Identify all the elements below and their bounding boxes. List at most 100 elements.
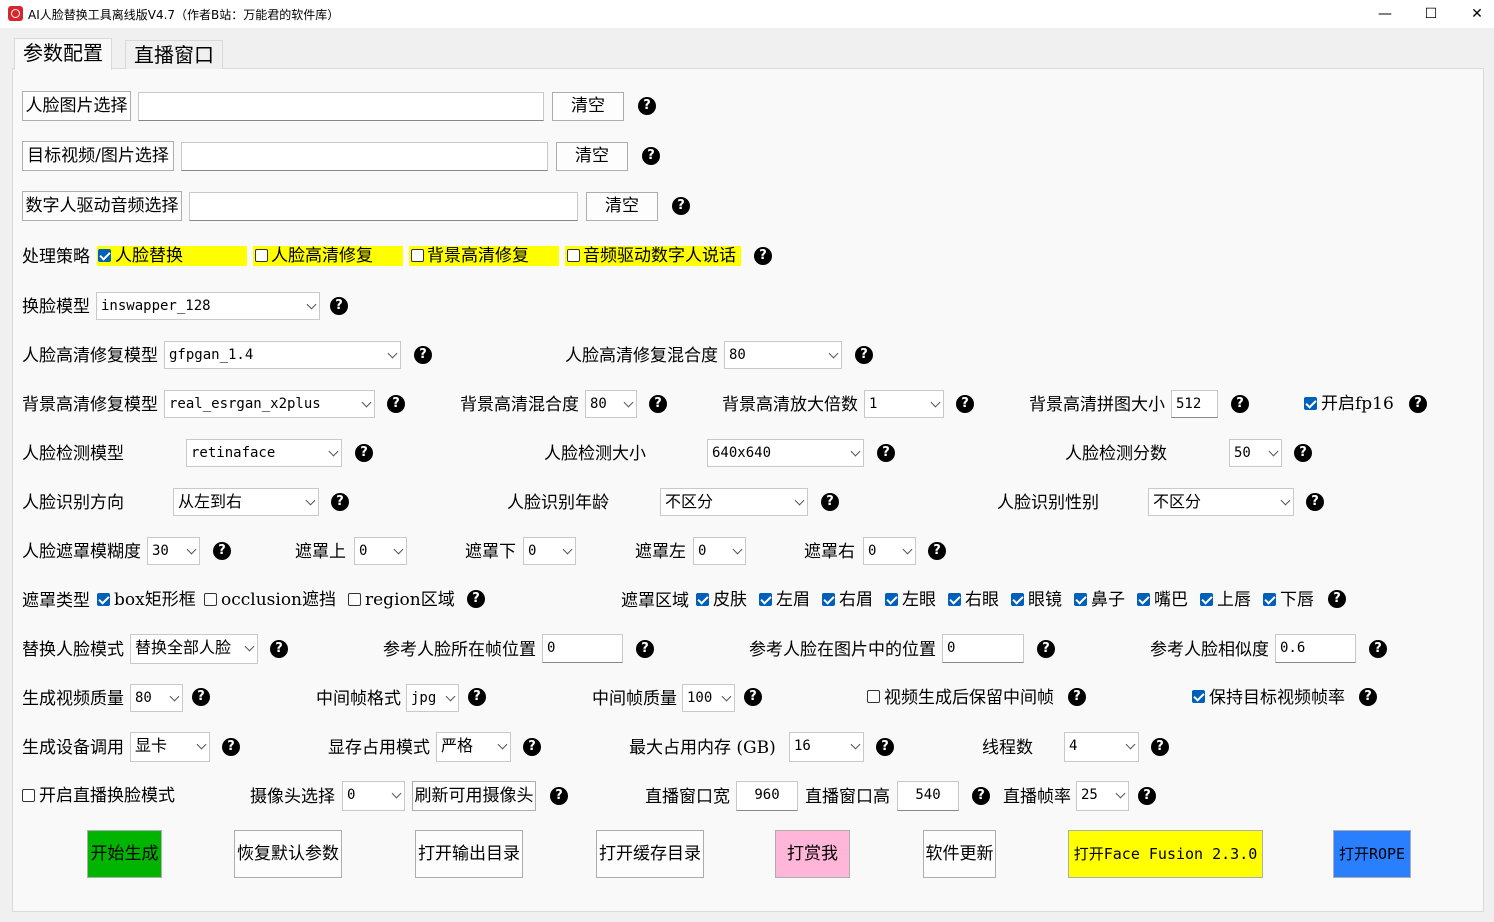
help-icon[interactable]: ? — [877, 444, 895, 462]
replace-mode-select[interactable]: 替换全部人脸 — [130, 634, 258, 664]
help-icon[interactable]: ? — [744, 688, 762, 706]
help-icon[interactable]: ? — [467, 590, 485, 608]
frame-quality-select[interactable]: 100 — [682, 684, 735, 712]
help-icon[interactable]: ? — [523, 738, 541, 756]
ref-pos-input[interactable]: 0 — [942, 634, 1024, 663]
help-icon[interactable]: ? — [387, 395, 405, 413]
help-icon[interactable]: ? — [821, 493, 839, 511]
help-icon[interactable]: ? — [1328, 590, 1346, 608]
help-icon[interactable]: ? — [1409, 395, 1427, 413]
help-icon[interactable]: ? — [642, 147, 660, 165]
tab-live[interactable]: 直播窗口 — [125, 40, 223, 69]
mask-type-checkbox-region[interactable] — [348, 593, 361, 606]
strategy-checkbox-face-enhance[interactable] — [255, 249, 268, 262]
mask-region-checkbox-skin[interactable] — [696, 593, 709, 606]
help-icon[interactable]: ? — [1359, 688, 1377, 706]
help-icon[interactable]: ? — [331, 493, 349, 511]
detect-model-select[interactable]: retinaface — [186, 439, 342, 467]
face-clear-button[interactable]: 清空 — [552, 92, 624, 121]
detect-size-select[interactable]: 640x640 — [707, 439, 864, 467]
help-icon[interactable]: ? — [414, 346, 432, 364]
swap-model-select[interactable]: inswapper_128 — [96, 292, 320, 320]
strategy-checkbox-audio-driven[interactable] — [567, 249, 580, 262]
refresh-camera-button[interactable]: 刷新可用摄像头 — [412, 781, 536, 811]
help-icon[interactable]: ? — [1068, 688, 1086, 706]
help-icon[interactable]: ? — [855, 346, 873, 364]
audio-select-button[interactable]: 数字人驱动音频选择 — [22, 191, 182, 221]
mask-region-checkbox-nose[interactable] — [1074, 593, 1087, 606]
tab-params[interactable]: 参数配置 — [14, 38, 112, 70]
open-cache-dir-button[interactable]: 打开缓存目录 — [596, 830, 704, 878]
device-select[interactable]: 显卡 — [130, 732, 210, 762]
target-clear-button[interactable]: 清空 — [556, 142, 628, 171]
help-icon[interactable]: ? — [222, 738, 240, 756]
reward-button[interactable]: 打赏我 — [775, 830, 850, 878]
help-icon[interactable]: ? — [1294, 444, 1312, 462]
bg-tile-input[interactable]: 512 — [1171, 390, 1218, 418]
start-generate-button[interactable]: 开始生成 — [87, 830, 162, 878]
mask-region-checkbox-upper-lip[interactable] — [1200, 593, 1213, 606]
reset-defaults-button[interactable]: 恢复默认参数 — [234, 830, 342, 878]
frame-format-select[interactable]: jpg — [406, 684, 459, 712]
fp16-checkbox[interactable] — [1304, 397, 1317, 410]
mask-region-checkbox-left-brow[interactable] — [759, 593, 772, 606]
software-update-button[interactable]: 软件更新 — [923, 830, 996, 878]
close-button[interactable]: ✕ — [1454, 0, 1494, 28]
mask-region-checkbox-mouth[interactable] — [1137, 593, 1150, 606]
recognize-dir-select[interactable]: 从左到右 — [173, 488, 319, 516]
mem-mode-select[interactable]: 严格 — [436, 732, 511, 762]
keep-fps-checkbox[interactable] — [1192, 690, 1205, 703]
ref-frame-input[interactable]: 0 — [542, 634, 623, 663]
help-icon[interactable]: ? — [1138, 787, 1156, 805]
help-icon[interactable]: ? — [550, 787, 568, 805]
help-icon[interactable]: ? — [330, 297, 348, 315]
open-output-dir-button[interactable]: 打开输出目录 — [415, 830, 523, 878]
bg-enhance-model-select[interactable]: real_esrgan_x2plus — [164, 390, 375, 418]
bg-scale-select[interactable]: 1 — [864, 390, 944, 418]
help-icon[interactable]: ? — [270, 640, 288, 658]
mask-region-checkbox-lower-lip[interactable] — [1263, 593, 1276, 606]
maximize-button[interactable]: ☐ — [1408, 0, 1454, 28]
recognize-gender-select[interactable]: 不区分 — [1148, 488, 1294, 516]
face-image-select-button[interactable]: 人脸图片选择 — [22, 91, 131, 121]
target-path-input[interactable] — [181, 142, 548, 171]
help-icon[interactable]: ? — [638, 97, 656, 115]
live-mode-checkbox[interactable] — [22, 789, 35, 802]
mask-bottom-select[interactable]: 0 — [523, 537, 576, 565]
help-icon[interactable]: ? — [1151, 738, 1169, 756]
help-icon[interactable]: ? — [468, 688, 486, 706]
help-icon[interactable]: ? — [213, 542, 231, 560]
help-icon[interactable]: ? — [876, 738, 894, 756]
recognize-age-select[interactable]: 不区分 — [660, 488, 808, 516]
keep-frames-checkbox[interactable] — [867, 690, 880, 703]
live-width-input[interactable]: 960 — [736, 781, 798, 811]
help-icon[interactable]: ? — [754, 247, 772, 265]
minimize-button[interactable]: — — [1362, 0, 1408, 28]
help-icon[interactable]: ? — [192, 688, 210, 706]
mask-left-select[interactable]: 0 — [693, 537, 746, 565]
ref-sim-input[interactable]: 0.6 — [1275, 634, 1356, 663]
mask-region-checkbox-right-brow[interactable] — [822, 593, 835, 606]
live-height-input[interactable]: 540 — [897, 781, 959, 811]
help-icon[interactable]: ? — [1306, 493, 1324, 511]
mask-type-checkbox-box[interactable] — [97, 593, 110, 606]
detect-score-select[interactable]: 50 — [1229, 439, 1282, 467]
face-enhance-blend-select[interactable]: 80 — [724, 341, 842, 369]
mask-region-checkbox-left-eye[interactable] — [885, 593, 898, 606]
audio-clear-button[interactable]: 清空 — [586, 192, 658, 221]
face-enhance-model-select[interactable]: gfpgan_1.4 — [164, 341, 401, 369]
target-select-button[interactable]: 目标视频/图片选择 — [22, 141, 174, 171]
max-mem-select[interactable]: 16 — [789, 732, 864, 762]
help-icon[interactable]: ? — [1037, 640, 1055, 658]
help-icon[interactable]: ? — [928, 542, 946, 560]
mask-region-checkbox-right-eye[interactable] — [948, 593, 961, 606]
help-icon[interactable]: ? — [355, 444, 373, 462]
mask-type-checkbox-occlusion[interactable] — [204, 593, 217, 606]
strategy-checkbox-bg-enhance[interactable] — [411, 249, 424, 262]
help-icon[interactable]: ? — [649, 395, 667, 413]
camera-select[interactable]: 0 — [342, 781, 405, 811]
open-facefusion-button[interactable]: 打开Face Fusion 2.3.0 — [1068, 830, 1263, 878]
strategy-checkbox-face-swap[interactable] — [98, 249, 111, 262]
help-icon[interactable]: ? — [672, 197, 690, 215]
mask-blur-select[interactable]: 30 — [147, 537, 200, 565]
